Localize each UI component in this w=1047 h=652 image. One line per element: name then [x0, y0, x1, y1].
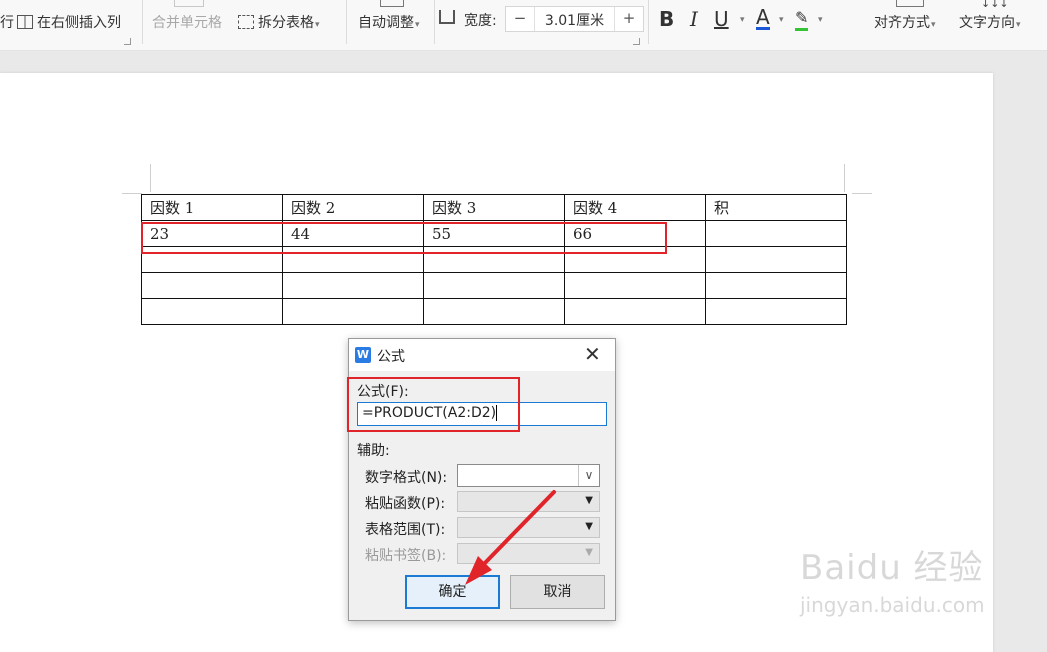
watermark: Baidu 经验 jingyan.baidu.com — [800, 540, 1000, 640]
watermark-url: jingyan.baidu.com — [800, 593, 985, 617]
watermark-brand: Baidu 经验 — [800, 548, 984, 588]
